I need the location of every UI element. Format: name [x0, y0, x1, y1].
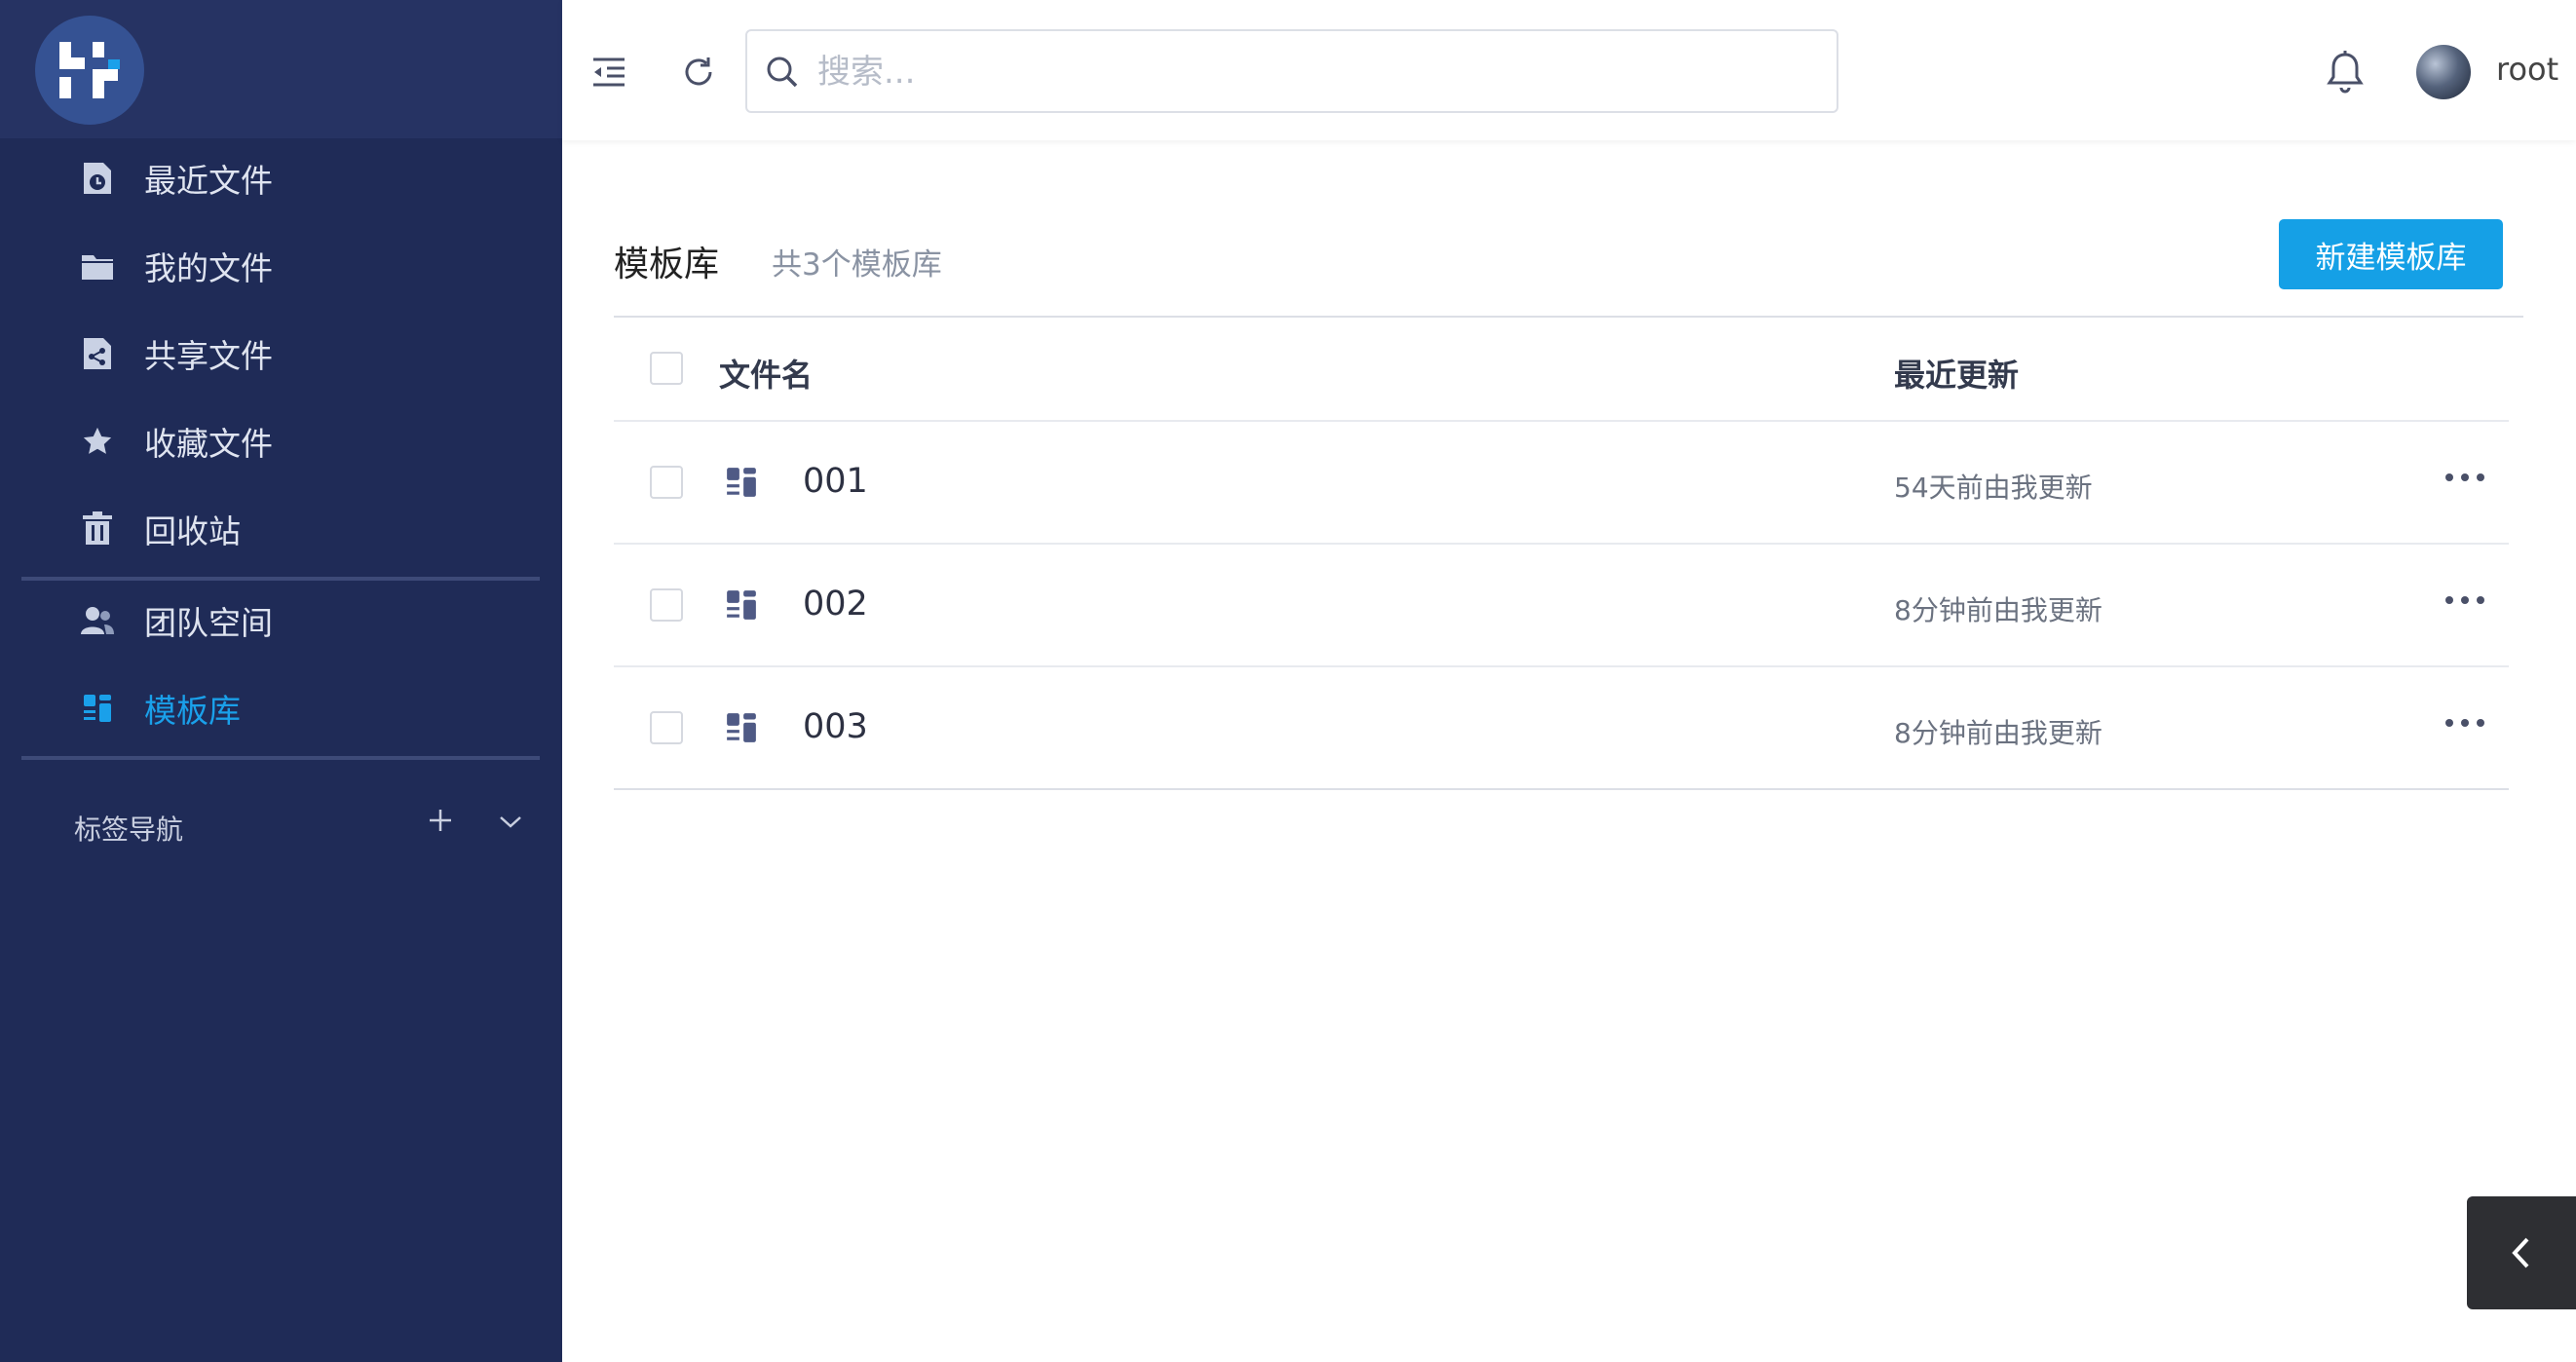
row-divider	[614, 420, 2509, 422]
username[interactable]: root	[2496, 51, 2558, 88]
template-icon	[78, 689, 117, 728]
search-input[interactable]	[815, 41, 1823, 103]
search-box	[745, 29, 1838, 113]
side-panel-toggle[interactable]	[2467, 1196, 2576, 1309]
sidebar-divider	[21, 756, 540, 760]
trash-icon	[78, 510, 117, 549]
sidebar-item-label: 团队空间	[144, 604, 273, 642]
row-divider	[614, 543, 2509, 545]
sidebar-item-label: 最近文件	[144, 162, 273, 200]
sidebar-item-label: 共享文件	[144, 337, 273, 375]
bell-icon[interactable]	[2324, 49, 2367, 95]
chevron-down-icon	[500, 816, 521, 828]
refresh-icon	[685, 57, 712, 86]
chevron-left-icon	[2512, 1237, 2529, 1268]
file-name[interactable]: 001	[803, 462, 868, 501]
file-updated: 8分钟前由我更新	[1894, 717, 2102, 749]
template-icon	[727, 590, 756, 620]
more-actions-button[interactable]	[2445, 468, 2484, 487]
row-divider	[614, 788, 2509, 790]
column-header-name[interactable]: 文件名	[719, 351, 813, 396]
sidebar-item-label: 收藏文件	[144, 425, 273, 463]
file-name[interactable]: 002	[803, 585, 868, 624]
row-checkbox[interactable]	[650, 711, 683, 744]
sidebar-item-label: 我的文件	[144, 249, 273, 287]
template-icon	[727, 713, 756, 742]
folder-icon	[78, 246, 117, 285]
refresh-button[interactable]	[677, 51, 720, 94]
collapse-sidebar-button[interactable]	[587, 51, 630, 94]
brand-area	[0, 0, 562, 138]
sidebar: 最近文件 我的文件 共享文件 收藏文件 回收站 团队空间 模板库 标签导航	[0, 0, 562, 1362]
search-icon	[767, 57, 798, 88]
menu-fold-icon	[593, 57, 625, 87]
row-divider	[614, 665, 2509, 667]
sidebar-item-team[interactable]: 团队空间	[0, 577, 562, 664]
more-actions-button[interactable]	[2445, 590, 2484, 610]
sidebar-item-recent[interactable]: 最近文件	[0, 134, 562, 222]
top-header: root	[562, 0, 2576, 140]
logo-icon	[59, 42, 120, 98]
sidebar-item-my-files[interactable]: 我的文件	[0, 222, 562, 310]
sidebar-item-favorites[interactable]: 收藏文件	[0, 397, 562, 485]
file-updated: 8分钟前由我更新	[1894, 594, 2102, 626]
template-icon	[727, 468, 756, 497]
file-name[interactable]: 003	[803, 707, 868, 746]
avatar[interactable]	[2416, 45, 2471, 99]
shared-file-icon	[78, 334, 117, 373]
sidebar-item-label: 模板库	[144, 692, 241, 730]
app-logo[interactable]	[35, 16, 144, 125]
plus-icon	[430, 810, 451, 831]
sidebar-item-trash[interactable]: 回收站	[0, 485, 562, 573]
sidebar-item-templates[interactable]: 模板库	[0, 664, 562, 752]
file-updated: 54天前由我更新	[1894, 472, 2093, 504]
tag-nav-toggle[interactable]	[493, 805, 528, 840]
sidebar-item-shared[interactable]: 共享文件	[0, 310, 562, 397]
page-title: 模板库	[614, 245, 720, 284]
team-icon	[78, 601, 117, 640]
more-actions-button[interactable]	[2445, 713, 2484, 733]
recent-file-icon	[78, 159, 117, 198]
table-top-border	[614, 316, 2523, 318]
column-header-updated[interactable]: 最近更新	[1894, 351, 2019, 396]
row-checkbox[interactable]	[650, 588, 683, 622]
template-count: 共3个模板库	[772, 247, 942, 283]
sidebar-item-label: 回收站	[144, 512, 241, 550]
new-template-library-button[interactable]: 新建模板库	[2279, 219, 2503, 289]
select-all-checkbox[interactable]	[650, 352, 683, 385]
row-checkbox[interactable]	[650, 466, 683, 499]
add-tag-button[interactable]	[423, 803, 458, 838]
tag-nav-title: 标签导航	[74, 813, 184, 846]
star-icon	[78, 422, 117, 461]
